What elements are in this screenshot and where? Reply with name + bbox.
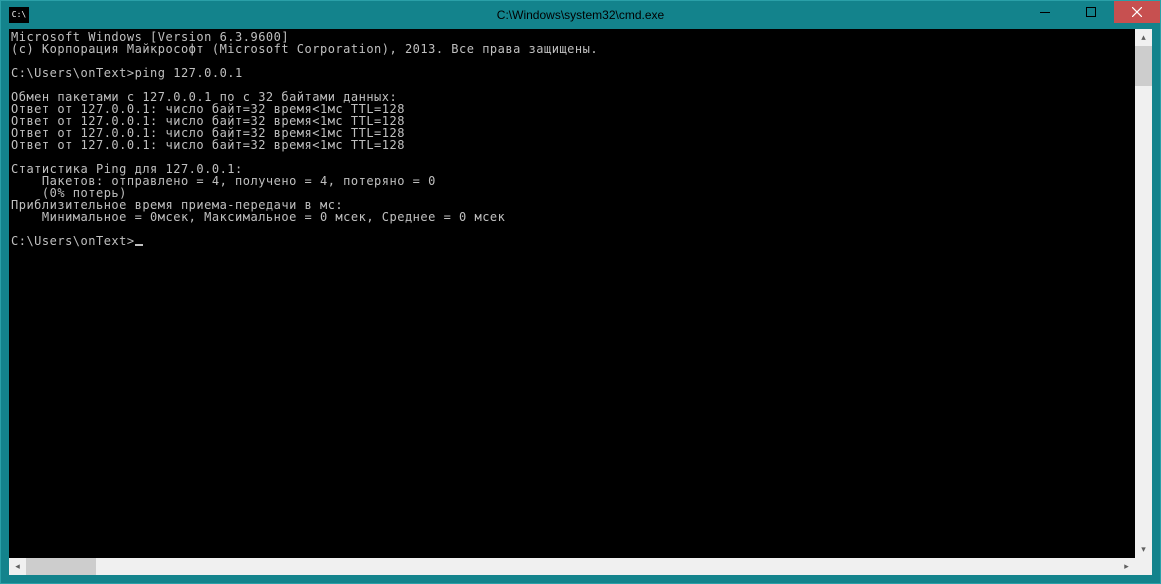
client-area: Microsoft Windows [Version 6.3.9600](c) … — [9, 29, 1152, 575]
terminal-line — [11, 223, 1135, 235]
minimize-button[interactable] — [1022, 1, 1068, 23]
scroll-up-button[interactable]: ▴ — [1135, 29, 1152, 46]
close-button[interactable] — [1114, 1, 1160, 23]
horizontal-scroll-thumb[interactable] — [26, 558, 96, 575]
vertical-scroll-thumb[interactable] — [1135, 46, 1152, 86]
cursor — [135, 244, 143, 246]
window-controls — [1022, 1, 1160, 23]
terminal-line: (c) Корпорация Майкрософт (Microsoft Cor… — [11, 43, 1135, 55]
terminal-line: Ответ от 127.0.0.1: число байт=32 время<… — [11, 139, 1135, 151]
terminal-output: Microsoft Windows [Version 6.3.9600](c) … — [9, 29, 1135, 247]
maximize-icon — [1086, 7, 1096, 17]
window-title: C:\Windows\system32\cmd.exe — [497, 8, 664, 22]
arrow-right-icon: ▸ — [1124, 561, 1129, 572]
cmd-window: C:\ C:\Windows\system32\cmd.exe — [0, 0, 1161, 584]
scroll-right-button[interactable]: ▸ — [1118, 558, 1135, 575]
terminal-line: C:\Users\onText> — [11, 235, 1135, 247]
minimize-icon — [1040, 7, 1050, 17]
horizontal-scrollbar[interactable]: ◂ ▸ — [9, 558, 1135, 575]
terminal-line: C:\Users\onText>ping 127.0.0.1 — [11, 67, 1135, 79]
cmd-icon: C:\ — [9, 7, 29, 23]
arrow-left-icon: ◂ — [15, 561, 20, 572]
titlebar[interactable]: C:\ C:\Windows\system32\cmd.exe — [1, 1, 1160, 29]
scroll-down-button[interactable]: ▾ — [1135, 541, 1152, 558]
vertical-scroll-track[interactable] — [1135, 46, 1152, 541]
close-icon — [1132, 7, 1142, 17]
scroll-left-button[interactable]: ◂ — [9, 558, 26, 575]
terminal-line: Минимальное = 0мсек, Максимальное = 0 мс… — [11, 211, 1135, 223]
vertical-scrollbar[interactable]: ▴ ▾ — [1135, 29, 1152, 558]
arrow-up-icon: ▴ — [1141, 32, 1146, 43]
horizontal-scroll-track[interactable] — [26, 558, 1118, 575]
arrow-down-icon: ▾ — [1141, 544, 1146, 555]
maximize-button[interactable] — [1068, 1, 1114, 23]
scrollbar-corner — [1135, 558, 1152, 575]
terminal-viewport[interactable]: Microsoft Windows [Version 6.3.9600](c) … — [9, 29, 1135, 558]
terminal-line: Пакетов: отправлено = 4, получено = 4, п… — [11, 175, 1135, 187]
